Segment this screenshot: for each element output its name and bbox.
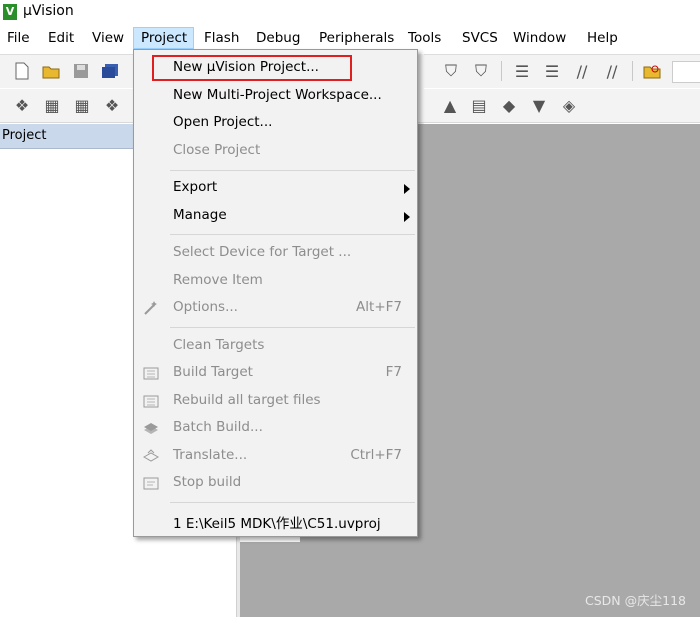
menu-item-close-project[interactable]: Close Project — [134, 138, 417, 164]
menu-flash[interactable]: Flash — [197, 27, 246, 49]
menu-item-select-device[interactable]: Select Device for Target ... — [134, 240, 417, 266]
menu-item-remove-item[interactable]: Remove Item — [134, 268, 417, 294]
build-icon — [142, 364, 160, 382]
pack-installer-icon[interactable]: ◆ — [499, 95, 519, 115]
menu-svcs[interactable]: SVCS — [455, 27, 505, 49]
menu-tools[interactable]: Tools — [401, 27, 448, 49]
submenu-arrow-icon — [404, 184, 410, 194]
project-panel-title: Project — [2, 128, 47, 143]
menu-item-label: Select Device for Target ... — [173, 244, 352, 260]
bookmark-icon[interactable]: ⛉ — [441, 61, 461, 81]
menu-help[interactable]: Help — [580, 27, 625, 49]
bookmark-next-icon[interactable]: ⛉ — [471, 61, 491, 81]
menu-item-label: Remove Item — [173, 272, 263, 288]
menu-item-label: Clean Targets — [173, 337, 265, 353]
menu-item-label: 1 E:\Keil5 MDK\作业\C51.uvproj — [173, 516, 381, 532]
menu-window[interactable]: Window — [506, 27, 573, 49]
submenu-arrow-icon — [404, 212, 410, 222]
menu-item-label: Open Project... — [173, 114, 273, 130]
menu-item-label: Rebuild all target files — [173, 392, 321, 408]
menu-peripherals[interactable]: Peripherals — [312, 27, 401, 49]
translate-icon[interactable]: ❖ — [12, 95, 32, 115]
manage-env-icon[interactable]: ▤ — [469, 95, 489, 115]
save-icon[interactable] — [71, 61, 91, 81]
menu-item-rebuild-all[interactable]: Rebuild all target files — [134, 388, 417, 414]
menu-item-batch-build[interactable]: Batch Build... — [134, 415, 417, 441]
batch-build-icon[interactable]: ❖ — [102, 95, 122, 115]
menu-debug[interactable]: Debug — [249, 27, 307, 49]
menu-item-export[interactable]: Export — [134, 175, 417, 201]
menu-separator — [170, 327, 415, 328]
toolbar-separator — [501, 61, 502, 81]
window-title: µVision — [23, 3, 74, 19]
menu-item-clean-targets[interactable]: Clean Targets — [134, 333, 417, 359]
translate-icon — [142, 447, 160, 465]
save-all-icon[interactable] — [100, 61, 120, 81]
keil-uvision-icon: V — [3, 4, 17, 20]
menu-item-build-target[interactable]: Build Target F7 — [134, 360, 417, 386]
find-in-files-icon[interactable] — [642, 61, 662, 81]
build-icon[interactable]: ▦ — [42, 95, 62, 115]
menu-item-label: Export — [173, 179, 218, 195]
menu-file[interactable]: File — [0, 27, 37, 49]
annotation-highlight-box — [152, 55, 352, 81]
menu-item-manage[interactable]: Manage — [134, 203, 417, 229]
unindent-icon[interactable]: ☰ — [542, 61, 562, 81]
menu-item-stop-build[interactable]: Stop build — [134, 470, 417, 496]
title-bar: V µVision — [0, 0, 700, 26]
new-file-icon[interactable] — [12, 61, 32, 81]
comment-icon[interactable]: // — [572, 61, 592, 81]
manage-components-icon[interactable]: ▲ — [440, 95, 460, 115]
menu-view[interactable]: View — [85, 27, 131, 49]
menu-separator — [170, 234, 415, 235]
toolbar-separator — [632, 61, 633, 81]
find-combo[interactable] — [672, 61, 700, 83]
menu-item-label: Stop build — [173, 474, 242, 490]
indent-icon[interactable]: ☰ — [512, 61, 532, 81]
batch-build-icon — [142, 419, 160, 437]
watermark: CSDN @庆尘118 — [585, 593, 686, 608]
menu-item-shortcut: F7 — [385, 364, 402, 380]
uncomment-icon[interactable]: // — [602, 61, 622, 81]
menu-item-label: Translate... — [173, 447, 248, 463]
menu-separator — [170, 170, 415, 171]
menu-item-label: New Multi-Project Workspace... — [173, 87, 382, 103]
project-menu-dropdown: New µVision Project... New Multi-Project… — [133, 49, 418, 537]
menu-item-label: Build Target — [173, 364, 253, 380]
options-wand-icon — [142, 299, 160, 317]
menu-item-open-project[interactable]: Open Project... — [134, 110, 417, 136]
menu-item-label: Manage — [173, 207, 227, 223]
rebuild-icon[interactable]: ▦ — [72, 95, 92, 115]
menu-item-label: Close Project — [173, 142, 261, 158]
menu-item-options[interactable]: Options... Alt+F7 — [134, 295, 417, 321]
run-time-env-icon[interactable]: ◈ — [559, 95, 579, 115]
menu-item-label: Options... — [173, 299, 238, 315]
menu-item-new-multi-project[interactable]: New Multi-Project Workspace... — [134, 83, 417, 109]
stop-build-icon — [142, 474, 160, 492]
menu-item-label: Batch Build... — [173, 419, 263, 435]
open-folder-icon[interactable] — [41, 61, 61, 81]
menu-edit[interactable]: Edit — [41, 27, 81, 49]
menu-separator — [170, 502, 415, 503]
menu-item-shortcut: Ctrl+F7 — [350, 447, 402, 463]
menu-item-shortcut: Alt+F7 — [356, 299, 402, 315]
menu-project[interactable]: Project — [133, 27, 194, 49]
menu-item-translate[interactable]: Translate... Ctrl+F7 — [134, 443, 417, 469]
menu-bar: File Edit View Project Flash Debug Perip… — [0, 27, 700, 49]
rebuild-icon — [142, 392, 160, 410]
menu-item-recent-project-1[interactable]: 1 E:\Keil5 MDK\作业\C51.uvproj — [134, 508, 417, 534]
select-packs-icon[interactable]: ▼ — [529, 95, 549, 115]
